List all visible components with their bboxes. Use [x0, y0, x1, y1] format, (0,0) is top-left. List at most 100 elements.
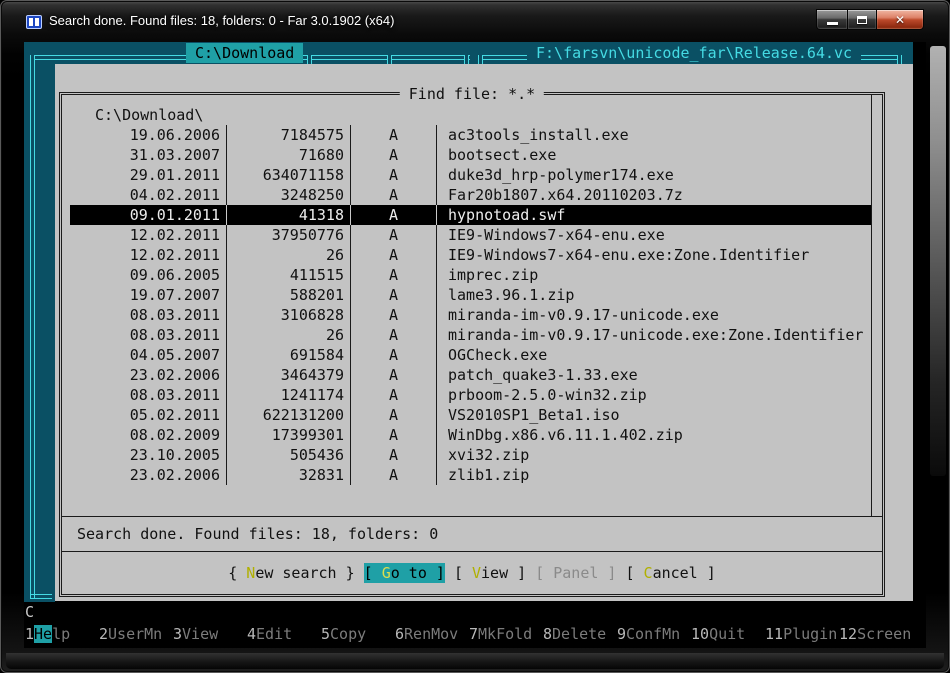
close-button[interactable]: ✕	[876, 9, 924, 30]
maximize-icon	[857, 16, 867, 24]
file-name: bootsect.exe	[437, 145, 871, 165]
keybar-item-f8[interactable]: 8Delete	[543, 624, 617, 644]
button-label: [	[625, 564, 643, 582]
window-frame-sheen	[930, 46, 946, 476]
file-name: VS2010SP1_Beta1.iso	[437, 405, 871, 425]
left-panel-corner-top	[30, 55, 35, 64]
keybar-item-f6[interactable]: 6RenMov	[395, 624, 469, 644]
keybar-label: Plugin	[783, 625, 837, 643]
keybar-item-f9[interactable]: 9ConfMn	[617, 624, 691, 644]
file-row[interactable]: 19.06.20067184575Aac3tools_install.exe	[70, 125, 871, 145]
keybar-item-f7[interactable]: 7MkFold	[469, 624, 543, 644]
file-size: 3248250	[227, 185, 351, 205]
keybar-item-f4[interactable]: 4Edit	[247, 624, 321, 644]
file-size: 37950776	[227, 225, 351, 245]
file-row[interactable]: 05.02.2011622131200AVS2010SP1_Beta1.iso	[70, 405, 871, 425]
left-panel-path[interactable]: C:\Download	[186, 43, 303, 63]
keybar-item-f11[interactable]: 11Plugin	[765, 624, 839, 644]
file-date: 04.05.2007	[70, 345, 227, 365]
file-attr: A	[351, 145, 437, 165]
window-title: Search done. Found files: 18, folders: 0…	[49, 13, 394, 28]
file-attr: A	[351, 465, 437, 485]
file-row[interactable]: 19.07.2007588201Alame3.96.1.zip	[70, 285, 871, 305]
file-attr: A	[351, 205, 437, 225]
minimize-icon	[827, 22, 838, 25]
file-row[interactable]: 12.02.201126AIE9-Windows7-x64-enu.exe:Zo…	[70, 245, 871, 265]
button-label: ancel ]	[653, 564, 716, 582]
window-frame-bottom	[6, 653, 944, 669]
file-row[interactable]: 08.03.20111241174Aprboom-2.5.0-win32.zip	[70, 385, 871, 405]
folder-row[interactable]: C:\Download\	[70, 105, 871, 125]
file-name: Far20b1807.x64.20110203.7z	[437, 185, 871, 205]
file-name: IE9-Windows7-x64-enu.exe	[437, 225, 871, 245]
file-size: 691584	[227, 345, 351, 365]
file-date: 23.10.2005	[70, 445, 227, 465]
panel-button: [ Panel ]	[535, 563, 616, 583]
button-label: G	[382, 564, 391, 582]
go-to-button[interactable]: [ Go to ]	[364, 563, 445, 583]
file-size: 622131200	[227, 405, 351, 425]
file-row[interactable]: 09.01.201141318Ahypnotoad.swf	[70, 205, 871, 225]
file-row[interactable]: 23.02.200632831Azlib1.zip	[70, 465, 871, 485]
file-row[interactable]: 23.10.2005505436Axvi32.zip	[70, 445, 871, 465]
keybar-label: UserMn	[108, 625, 162, 643]
file-size: 71680	[227, 145, 351, 165]
keybar-number: 7	[469, 625, 478, 643]
keybar-number: 8	[543, 625, 552, 643]
file-row[interactable]: 08.03.201126Amiranda-im-v0.9.17-unicode.…	[70, 325, 871, 345]
file-attr: A	[351, 165, 437, 185]
keybar-label: ConfMn	[626, 625, 680, 643]
file-date: 23.02.2006	[70, 365, 227, 385]
file-row[interactable]: 04.02.20113248250AFar20b1807.x64.2011020…	[70, 185, 871, 205]
file-size: 41318	[227, 205, 351, 225]
file-list[interactable]: C:\Download\ 19.06.20067184575Aac3tools_…	[70, 95, 872, 516]
file-size: 3106828	[227, 305, 351, 325]
file-row[interactable]: 09.06.2005411515Aimprec.zip	[70, 265, 871, 285]
new-search-button[interactable]: { New search }	[228, 563, 354, 583]
file-row[interactable]: 04.05.2007691584AOGCheck.exe	[70, 345, 871, 365]
keybar-item-f5[interactable]: 5Copy	[321, 624, 395, 644]
button-label: V	[472, 564, 481, 582]
file-date: 09.01.2011	[70, 205, 227, 225]
button-label: iew ]	[481, 564, 526, 582]
keybar-item-f10[interactable]: 10Quit	[691, 624, 765, 644]
file-name: miranda-im-v0.9.17-unicode.exe	[437, 305, 871, 325]
file-row[interactable]: 08.02.200917399301AWinDbg.x86.v6.11.1.40…	[70, 425, 871, 445]
file-attr: A	[351, 385, 437, 405]
keybar-item-f1[interactable]: 1Help	[25, 624, 99, 644]
keybar-item-f2[interactable]: 2UserMn	[99, 624, 173, 644]
keybar-number: 9	[617, 625, 626, 643]
titlebar[interactable]: Search done. Found files: 18, folders: 0…	[0, 0, 950, 42]
file-row[interactable]: 08.03.20113106828Amiranda-im-v0.9.17-uni…	[70, 305, 871, 325]
file-row[interactable]: 12.02.201137950776AIE9-Windows7-x64-enu.…	[70, 225, 871, 245]
keybar-item-f3[interactable]: 3View	[173, 624, 247, 644]
file-row[interactable]: 29.01.2011634071158Aduke3d_hrp-polymer17…	[70, 165, 871, 185]
keybar-number: 11	[765, 625, 783, 643]
keybar-number: 10	[691, 625, 709, 643]
minimize-button[interactable]	[816, 9, 847, 30]
file-name: xvi32.zip	[437, 445, 871, 465]
file-name: WinDbg.x86.v6.11.1.402.zip	[437, 425, 871, 445]
command-line[interactable]: C	[25, 602, 34, 622]
find-file-dialog: Find file: *.* C:\Download\ 19.06.200671…	[55, 64, 913, 601]
file-date: 09.06.2005	[70, 265, 227, 285]
file-size: 588201	[227, 285, 351, 305]
left-panel-corner-top	[464, 55, 469, 64]
keybar-item-f12[interactable]: 12Screen	[839, 624, 913, 644]
keybar-number: 2	[99, 625, 108, 643]
file-size: 32831	[227, 465, 351, 485]
column-junction	[387, 55, 392, 64]
keybar-label: View	[182, 625, 218, 643]
right-panel-corner-top	[478, 55, 483, 64]
file-name: imprec.zip	[437, 265, 871, 285]
file-row[interactable]: 31.03.200771680Abootsect.exe	[70, 145, 871, 165]
file-date: 19.07.2007	[70, 285, 227, 305]
file-row[interactable]: 23.02.20063464379Apatch_quake3-1.33.exe	[70, 365, 871, 385]
view-button[interactable]: [ View ]	[454, 563, 526, 583]
file-date: 19.06.2006	[70, 125, 227, 145]
file-date: 08.03.2011	[70, 325, 227, 345]
maximize-button[interactable]	[847, 9, 876, 30]
cancel-button[interactable]: [ Cancel ]	[625, 563, 715, 583]
file-date: 08.03.2011	[70, 305, 227, 325]
right-panel-path[interactable]: F:\farsvn\unicode_far\Release.64.vc	[527, 43, 861, 63]
